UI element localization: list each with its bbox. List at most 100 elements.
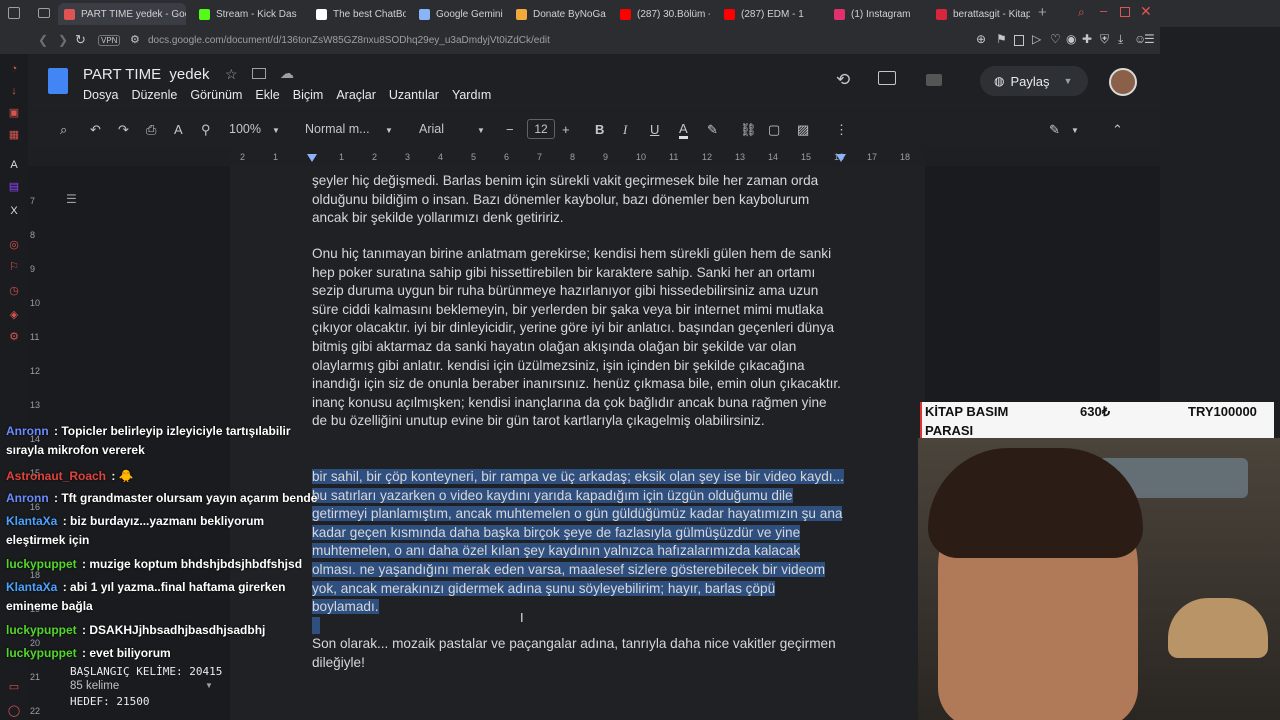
star-icon[interactable]: ☆ <box>225 66 238 83</box>
zoom-chevron-icon[interactable]: ▼ <box>272 126 280 135</box>
browser-tab[interactable]: The best ChatBot <box>310 3 406 25</box>
style-chevron-icon[interactable]: ▼ <box>385 126 393 135</box>
close-icon[interactable]: ✕ <box>1140 3 1152 20</box>
heart-icon[interactable]: ♡ <box>1050 32 1061 46</box>
menu-item[interactable]: Biçim <box>293 88 324 102</box>
font-select[interactable]: Arial <box>419 122 444 136</box>
chat-username[interactable]: luckypuppet <box>6 646 77 660</box>
chat-username[interactable]: luckypuppet <box>6 623 77 637</box>
highlight-icon[interactable]: ✎ <box>707 122 718 138</box>
browser-tab[interactable]: Stream - Kick Das <box>193 3 303 25</box>
outline-icon[interactable]: ☰ <box>66 192 77 206</box>
version-history-icon[interactable]: ⟲ <box>836 70 850 90</box>
bookmark-sidebar-icon[interactable]: ⚐ <box>7 260 21 274</box>
camera-icon[interactable]: ◉ <box>1066 32 1076 46</box>
location-icon[interactable]: ◈ <box>7 308 21 322</box>
record-icon[interactable]: ◎ <box>7 238 21 252</box>
opera-icon[interactable]: ◯ <box>7 704 21 718</box>
hide-menus-icon[interactable]: ⌃ <box>1112 122 1123 138</box>
chat-username[interactable]: KlantaXa <box>6 580 57 594</box>
browser-tab[interactable]: (287) 30.Bölüm - <box>614 3 710 25</box>
indent-marker-icon[interactable] <box>307 154 317 162</box>
pinned-app-icon[interactable]: ▣ <box>7 106 21 120</box>
paragraph-1[interactable]: şeyler hiç değişmedi. Barlas benim için … <box>312 172 844 228</box>
increase-font-size-icon[interactable]: + <box>562 122 570 137</box>
word-count-badge[interactable]: 85 kelime <box>70 679 290 694</box>
insert-link-icon[interactable]: ⛓ <box>740 122 757 138</box>
chat-username[interactable]: Astronaut_Roach <box>6 469 106 483</box>
extra-icon[interactable]: ▭ <box>7 680 21 694</box>
search-menus-icon[interactable]: ⌕ <box>60 122 67 138</box>
menu-item[interactable]: Dosya <box>83 88 118 102</box>
bookmark-icon[interactable] <box>1014 35 1024 46</box>
meet-icon[interactable] <box>926 74 942 86</box>
download-sidebar-icon[interactable]: ↓ <box>7 84 21 98</box>
more-options-icon[interactable]: ⋮ <box>835 122 848 138</box>
decrease-font-size-icon[interactable]: − <box>506 122 514 137</box>
style-select[interactable]: Normal m... <box>305 122 370 136</box>
chat-username[interactable]: luckypuppet <box>6 557 77 571</box>
menu-item[interactable]: Uzantılar <box>389 88 439 102</box>
print-icon[interactable]: ⎙ <box>146 122 156 138</box>
add-comment-icon[interactable]: ▢ <box>768 122 780 138</box>
share-button[interactable]: ◍ Paylaş ▼ <box>980 66 1088 96</box>
font-chevron-icon[interactable]: ▼ <box>477 126 485 135</box>
menu-item[interactable]: Yardım <box>452 88 491 102</box>
url-text[interactable]: docs.google.com/document/d/136tonZsW85GZ… <box>148 35 550 46</box>
editing-mode-icon[interactable]: ✎ <box>1049 122 1060 138</box>
twitch-icon[interactable]: ▤ <box>7 180 21 194</box>
clock-icon[interactable]: ◷ <box>7 284 21 298</box>
paragraph-2[interactable]: Onu hiç tanımayan birine anlatmam gereki… <box>312 245 844 431</box>
insert-image-icon[interactable]: ▨ <box>797 122 809 138</box>
menu-item[interactable]: Araçlar <box>336 88 376 102</box>
pin-icon[interactable]: ⚑ <box>996 32 1007 46</box>
reload-icon[interactable]: ↻ <box>75 32 86 48</box>
browser-tab[interactable]: (287) EDM - 1 <box>718 3 822 25</box>
settings-icon[interactable]: ⚙ <box>7 330 21 344</box>
search-icon[interactable]: ⌕ <box>1078 5 1085 20</box>
player-icon[interactable]: ▷ <box>1032 32 1041 46</box>
history-icon[interactable]: ◔ <box>7 62 21 76</box>
app-icon[interactable]: ▦ <box>7 128 21 142</box>
italic-icon[interactable]: I <box>623 122 627 138</box>
zoom-icon[interactable]: ⊕ <box>976 32 986 46</box>
word-count-chevron-icon[interactable]: ▼ <box>205 681 213 690</box>
extensions-icon[interactable]: ✚ <box>1082 32 1092 46</box>
tab-overview-icon[interactable] <box>38 8 50 18</box>
text-color-icon[interactable]: A <box>679 122 688 139</box>
redo-icon[interactable]: ↷ <box>118 122 129 138</box>
browser-tab[interactable]: berattasgit - Kitap <box>930 3 1030 25</box>
menu-item[interactable]: Ekle <box>255 88 279 102</box>
cloud-status-icon[interactable]: ☁ <box>280 65 294 82</box>
new-tab-button[interactable]: + <box>1038 4 1047 21</box>
paint-format-icon[interactable]: ⚲ <box>201 122 211 138</box>
paragraph-4[interactable]: Son olarak... mozaik pastalar ve paçanga… <box>312 635 844 672</box>
horizontal-ruler[interactable]: 21123456789101112131415161718 <box>230 150 925 166</box>
sidebar-toggle-icon[interactable] <box>8 7 20 19</box>
x-icon[interactable]: X <box>7 204 21 218</box>
spellcheck-icon[interactable]: A <box>174 122 183 137</box>
browser-tab[interactable]: Donate ByNoGam <box>510 3 606 25</box>
underline-icon[interactable]: U <box>650 122 659 137</box>
document-title[interactable]: PART TIME yedek <box>83 66 209 83</box>
page-info-icon[interactable]: ⚙ <box>130 33 140 46</box>
bold-icon[interactable]: B <box>595 122 604 137</box>
zoom-select[interactable]: 100% <box>229 122 261 136</box>
browser-tab[interactable]: Google Gemini <box>413 3 503 25</box>
browser-tab[interactable]: (1) Instagram <box>828 3 924 25</box>
minimize-icon[interactable]: – <box>1100 3 1107 18</box>
vpn-badge[interactable]: VPN <box>98 35 121 46</box>
menu-item[interactable]: Görünüm <box>190 88 242 102</box>
move-folder-icon[interactable] <box>252 68 266 79</box>
chat-username[interactable]: Anronn <box>6 424 49 438</box>
paragraph-3-selected[interactable]: bir sahil, bir çöp konteyneri, bir rampa… <box>312 468 844 617</box>
font-size-input[interactable]: 12 <box>527 119 555 139</box>
docs-logo-icon[interactable] <box>48 68 68 94</box>
menu-item[interactable]: Düzenle <box>131 88 177 102</box>
avatar[interactable] <box>1109 68 1137 96</box>
undo-icon[interactable]: ↶ <box>90 122 101 138</box>
shield-icon[interactable]: ⛨ <box>1100 32 1109 47</box>
browser-tab[interactable]: PART TIME yedek - Goog <box>58 3 186 25</box>
comments-icon[interactable] <box>878 71 896 85</box>
maximize-icon[interactable] <box>1120 7 1130 17</box>
